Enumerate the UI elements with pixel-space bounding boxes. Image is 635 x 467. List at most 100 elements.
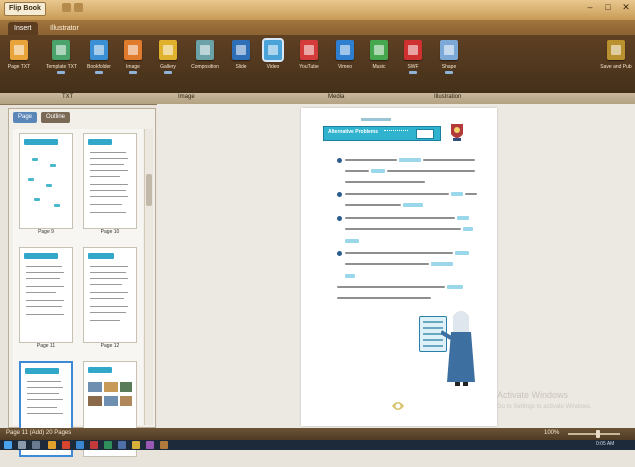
page-text-button[interactable]: Page TXT: [4, 40, 34, 88]
list-bullet: [337, 158, 342, 163]
arabic-text-decoration: [361, 118, 391, 121]
dropdown-icon[interactable]: [445, 71, 453, 74]
file-explorer-icon[interactable]: [48, 441, 56, 449]
page-thumbnail[interactable]: Page 11: [19, 247, 73, 353]
close-button[interactable]: ✕: [617, 0, 635, 14]
template-icon: [52, 40, 70, 60]
editor-canvas: Alternative Problems Activate Windows Go…: [157, 104, 635, 428]
text-line: [345, 159, 397, 161]
music-button[interactable]: Music: [364, 40, 394, 88]
thumbnail-image: [83, 133, 137, 229]
composition-label: Composition: [191, 64, 219, 70]
tab-insert[interactable]: Insert: [8, 22, 38, 35]
quick-undo-icon[interactable]: [74, 3, 83, 12]
ribbon-toolbar: Page TXT Template TXT Bookfolder Image G…: [0, 35, 635, 93]
thumbnail-caption: Page 10: [100, 229, 120, 235]
text-line: [345, 204, 401, 206]
app-icon[interactable]: [132, 441, 140, 449]
text-line: [387, 170, 475, 172]
minimize-button[interactable]: –: [581, 0, 599, 14]
windows-taskbar: 0:05 AM: [0, 440, 635, 450]
zoom-slider-track[interactable]: [568, 433, 620, 435]
image-icon: [124, 40, 142, 60]
composition-button[interactable]: Composition: [190, 40, 220, 88]
template-text-button[interactable]: Template TXT: [46, 40, 77, 88]
store-icon[interactable]: [76, 441, 84, 449]
save-publish-label: Save and Pub: [600, 64, 632, 70]
dropdown-icon[interactable]: [409, 71, 417, 74]
zoom-slider-knob[interactable]: [596, 430, 600, 438]
group-txt: TXT: [62, 94, 74, 100]
text-line: [345, 263, 429, 265]
text-line: [337, 286, 445, 288]
school-crest-icon: [451, 124, 463, 141]
gallery-button[interactable]: Gallery: [153, 40, 183, 88]
search-icon[interactable]: [18, 441, 26, 449]
dropdown-icon[interactable]: [57, 71, 65, 74]
text-line: [423, 159, 475, 161]
tab-page[interactable]: Page: [13, 112, 38, 123]
arabic-highlight: [447, 285, 463, 289]
start-icon[interactable]: [4, 441, 12, 449]
page-thumbnail[interactable]: Page 12: [83, 247, 137, 353]
system-clock[interactable]: 0:05 AM: [596, 441, 614, 447]
current-page[interactable]: Alternative Problems: [301, 108, 497, 426]
image-label: Image: [126, 64, 140, 70]
app-icon[interactable]: [146, 441, 154, 449]
slide-button[interactable]: Slide: [226, 40, 256, 88]
shape-button[interactable]: Shape: [434, 40, 464, 88]
page-title-banner[interactable]: Alternative Problems: [323, 126, 441, 141]
page-thumbnail[interactable]: [83, 361, 137, 467]
text-line: [345, 217, 455, 219]
youtube-button[interactable]: YouTube: [294, 40, 324, 88]
page-thumbnail-selected[interactable]: [19, 361, 73, 467]
status-bar: Page 11 (Add) 20 Pages 100%: [0, 428, 635, 440]
page-thumbnail[interactable]: Page 9: [19, 133, 73, 239]
arabic-highlight: [451, 192, 463, 196]
thumbnail-caption: Page 12: [100, 343, 120, 349]
bookfolder-label: Bookfolder: [87, 64, 111, 70]
media-icon[interactable]: [90, 441, 98, 449]
arabic-highlight: [457, 216, 469, 220]
dropdown-icon[interactable]: [95, 71, 103, 74]
text-line: [345, 252, 453, 254]
text-line: [345, 228, 461, 230]
flipbook-app-icon[interactable]: [160, 441, 168, 449]
teacher-character-illustration: [441, 311, 475, 386]
youtube-icon: [300, 40, 318, 60]
tab-outline[interactable]: Outline: [41, 112, 71, 123]
app-title: Flip Book: [4, 2, 46, 16]
tab-illustrator[interactable]: Illustrator: [44, 22, 85, 35]
app-icon[interactable]: [104, 441, 112, 449]
swf-label: SWF: [407, 64, 419, 70]
folder-icon: [90, 40, 108, 60]
image-button[interactable]: Image: [118, 40, 148, 88]
task-view-icon[interactable]: [32, 441, 40, 449]
browser-icon[interactable]: [62, 441, 70, 449]
dropdown-icon[interactable]: [129, 71, 137, 74]
dropdown-icon[interactable]: [164, 71, 172, 74]
video-button[interactable]: Video: [258, 38, 288, 88]
page-number-ornament: [392, 402, 404, 410]
vimeo-button[interactable]: Vimeo: [330, 40, 360, 88]
youtube-label: YouTube: [299, 64, 319, 70]
swf-button[interactable]: SWF: [398, 40, 428, 88]
quick-save-icon[interactable]: [62, 3, 71, 12]
scrollbar-thumb[interactable]: [146, 174, 152, 206]
page-thumbnail[interactable]: Page 10: [83, 133, 137, 239]
activation-watermark-subtitle: Go to Settings to activate Windows.: [497, 404, 592, 410]
save-publish-button[interactable]: Save and Pub: [598, 40, 634, 88]
thumbnail-scrollbar[interactable]: [144, 129, 153, 425]
window-controls: – □ ✕: [581, 0, 635, 14]
bookfolder-button[interactable]: Bookfolder: [84, 40, 114, 88]
list-bullet: [337, 251, 342, 256]
page-panel: Page Outline Page 9 Page 10 Page 11 Page…: [8, 108, 156, 457]
ribbon-tabs: Insert Illustrator: [0, 20, 635, 35]
maximize-button[interactable]: □: [599, 0, 617, 14]
arabic-highlight: [371, 169, 385, 173]
slide-icon: [232, 40, 250, 60]
video-icon: [262, 38, 284, 62]
arabic-highlight: [399, 158, 421, 162]
app-icon[interactable]: [118, 441, 126, 449]
text-line: [345, 170, 369, 172]
